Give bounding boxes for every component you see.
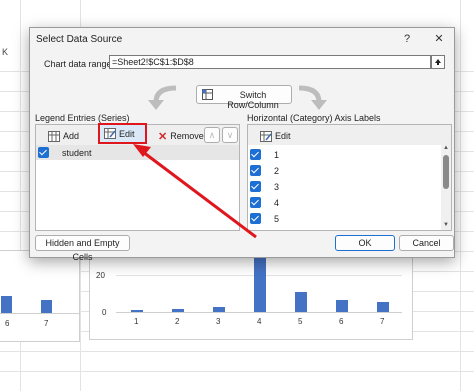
annotation-arrow-icon — [133, 144, 257, 239]
